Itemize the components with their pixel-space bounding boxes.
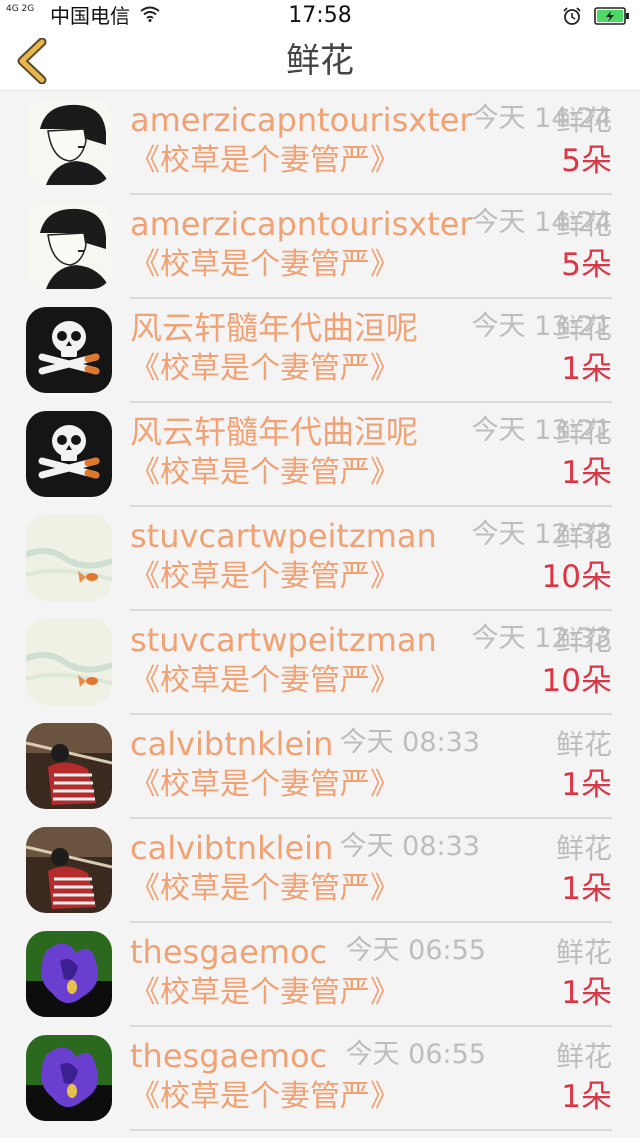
gift-time: 今天 08:33 bbox=[339, 727, 480, 758]
gift-type-label: 鲜花 bbox=[555, 208, 612, 241]
gift-type-label: 鲜花 bbox=[555, 832, 612, 865]
avatar-photo-person-icon[interactable] bbox=[26, 723, 112, 809]
list-item[interactable]: 风云轩髓年代曲洹呢 今天 13:21 鲜花 《校草是个妻管严》 1朵 bbox=[0, 299, 640, 403]
gift-type-label: 鲜花 bbox=[555, 1040, 612, 1073]
gift-type-label: 鲜花 bbox=[555, 104, 612, 137]
avatar-skull-icon[interactable] bbox=[26, 307, 112, 393]
sender-name: 风云轩髓年代曲洹呢 bbox=[130, 413, 419, 451]
avatar-goldfish-icon[interactable] bbox=[26, 515, 112, 601]
avatar-skull-icon[interactable] bbox=[26, 411, 112, 497]
book-title: 《校草是个妻管严》 bbox=[130, 663, 400, 698]
list-item[interactable]: calvibtnklein 今天 08:33 鲜花 《校草是个妻管严》 1朵 bbox=[0, 819, 640, 923]
flower-count: 1朵 bbox=[561, 767, 612, 803]
list-item[interactable]: thesgaemoc 今天 06:55 鲜花 《校草是个妻管严》 1朵 bbox=[0, 923, 640, 1027]
list-item[interactable]: stuvcartwpeitzman 今天 12:33 鲜花 《校草是个妻管严》 … bbox=[0, 611, 640, 715]
book-title: 《校草是个妻管严》 bbox=[130, 455, 400, 490]
gift-type-label: 鲜花 bbox=[555, 624, 612, 657]
sender-name: amerzicapntourisxter bbox=[130, 205, 473, 243]
book-title: 《校草是个妻管严》 bbox=[130, 247, 400, 282]
book-title: 《校草是个妻管严》 bbox=[130, 143, 400, 178]
alarm-icon bbox=[562, 6, 582, 30]
sender-name: calvibtnklein bbox=[130, 725, 334, 763]
gift-time: 今天 06:55 bbox=[345, 1039, 486, 1070]
book-title: 《校草是个妻管严》 bbox=[130, 351, 400, 386]
sender-name: stuvcartwpeitzman bbox=[130, 621, 437, 659]
divider bbox=[130, 1129, 612, 1131]
avatar-purple-flower-icon[interactable] bbox=[26, 931, 112, 1017]
sender-name: 风云轩髓年代曲洹呢 bbox=[130, 309, 419, 347]
list-item[interactable]: amerzicapntourisxter 今天 14:24 鲜花 《校草是个妻管… bbox=[0, 91, 640, 195]
gift-type-label: 鲜花 bbox=[555, 728, 612, 761]
avatar-photo-person-icon[interactable] bbox=[26, 827, 112, 913]
sender-name: thesgaemoc bbox=[130, 933, 328, 971]
flower-count: 5朵 bbox=[561, 247, 612, 283]
gift-type-label: 鲜花 bbox=[555, 936, 612, 969]
flower-count: 1朵 bbox=[561, 975, 612, 1011]
gift-time: 今天 08:33 bbox=[339, 831, 480, 862]
book-title: 《校草是个妻管严》 bbox=[130, 559, 400, 594]
sender-name: thesgaemoc bbox=[130, 1037, 328, 1075]
book-title: 《校草是个妻管严》 bbox=[130, 767, 400, 802]
avatar-manga-boy-icon[interactable] bbox=[26, 203, 112, 289]
page-title: 鲜花 bbox=[286, 41, 354, 81]
list-item[interactable]: amerzicapntourisxter 今天 14:24 鲜花 《校草是个妻管… bbox=[0, 195, 640, 299]
sender-name: calvibtnklein bbox=[130, 829, 334, 867]
gift-type-label: 鲜花 bbox=[555, 312, 612, 345]
book-title: 《校草是个妻管严》 bbox=[130, 975, 400, 1010]
avatar-goldfish-icon[interactable] bbox=[26, 619, 112, 705]
avatar-purple-flower-icon[interactable] bbox=[26, 1035, 112, 1121]
flower-count: 10朵 bbox=[541, 663, 612, 699]
flower-count: 1朵 bbox=[561, 871, 612, 907]
battery-icon bbox=[594, 7, 630, 29]
flower-gift-list: amerzicapntourisxter 今天 14:24 鲜花 《校草是个妻管… bbox=[0, 91, 640, 1131]
list-item[interactable]: calvibtnklein 今天 08:33 鲜花 《校草是个妻管严》 1朵 bbox=[0, 715, 640, 819]
list-item[interactable]: 风云轩髓年代曲洹呢 今天 13:21 鲜花 《校草是个妻管严》 1朵 bbox=[0, 403, 640, 507]
sender-name: amerzicapntourisxter bbox=[130, 101, 473, 139]
book-title: 《校草是个妻管严》 bbox=[130, 1079, 400, 1114]
clock: 17:58 bbox=[288, 3, 352, 28]
flower-count: 1朵 bbox=[561, 1079, 612, 1115]
list-item[interactable]: stuvcartwpeitzman 今天 12:33 鲜花 《校草是个妻管严》 … bbox=[0, 507, 640, 611]
sender-name: stuvcartwpeitzman bbox=[130, 517, 437, 555]
book-title: 《校草是个妻管严》 bbox=[130, 871, 400, 906]
avatar-manga-boy-icon[interactable] bbox=[26, 99, 112, 185]
flower-count: 5朵 bbox=[561, 143, 612, 179]
gift-time: 今天 06:55 bbox=[345, 935, 486, 966]
gift-type-label: 鲜花 bbox=[555, 416, 612, 449]
flower-count: 10朵 bbox=[541, 559, 612, 595]
flower-count: 1朵 bbox=[561, 455, 612, 491]
status-bar: 4G 2G 中国电信 17:58 bbox=[0, 0, 640, 32]
nav-bar: 鲜花 bbox=[0, 32, 640, 91]
list-item[interactable]: thesgaemoc 今天 06:55 鲜花 《校草是个妻管严》 1朵 bbox=[0, 1027, 640, 1131]
flower-count: 1朵 bbox=[561, 351, 612, 387]
gift-type-label: 鲜花 bbox=[555, 520, 612, 553]
